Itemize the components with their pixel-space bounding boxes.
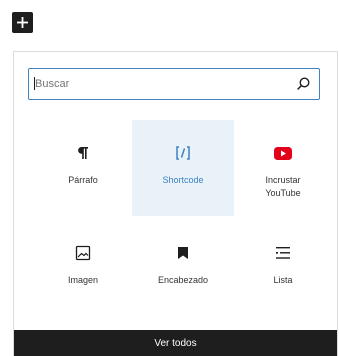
- block-youtube-embed[interactable]: Incrustar YouTube: [232, 120, 334, 216]
- shortcode-icon: [172, 142, 194, 164]
- youtube-icon: [272, 142, 294, 164]
- add-block-button[interactable]: [12, 12, 33, 33]
- block-label: Párrafo: [68, 175, 98, 185]
- block-label: Imagen: [67, 275, 99, 285]
- image-icon: [72, 242, 94, 264]
- block-label: Lista: [273, 275, 293, 285]
- search-input[interactable]: [35, 69, 285, 98]
- bookmark-icon: [172, 242, 194, 264]
- block-image[interactable]: Imagen: [32, 220, 134, 316]
- view-all-label: Ver todos: [154, 337, 197, 349]
- block-paragraph[interactable]: Párrafo: [32, 120, 134, 216]
- block-label: Incrustar YouTube: [265, 175, 301, 198]
- block-list[interactable]: Lista: [232, 220, 334, 316]
- block-label: Shortcode: [162, 175, 204, 185]
- text-caret: [34, 77, 35, 90]
- list-icon: [272, 242, 294, 264]
- block-label: Encabezado: [157, 275, 209, 285]
- paragraph-icon: [72, 142, 94, 164]
- block-shortcode[interactable]: Shortcode: [132, 120, 234, 216]
- block-inserter-popover: Párrafo Shortcode Incrustar YouTube: [13, 51, 338, 356]
- search-icon[interactable]: [296, 76, 311, 91]
- search-box[interactable]: [28, 68, 320, 100]
- plus-icon: [17, 17, 28, 28]
- view-all-button[interactable]: Ver todos: [14, 330, 337, 356]
- block-heading[interactable]: Encabezado: [132, 220, 234, 316]
